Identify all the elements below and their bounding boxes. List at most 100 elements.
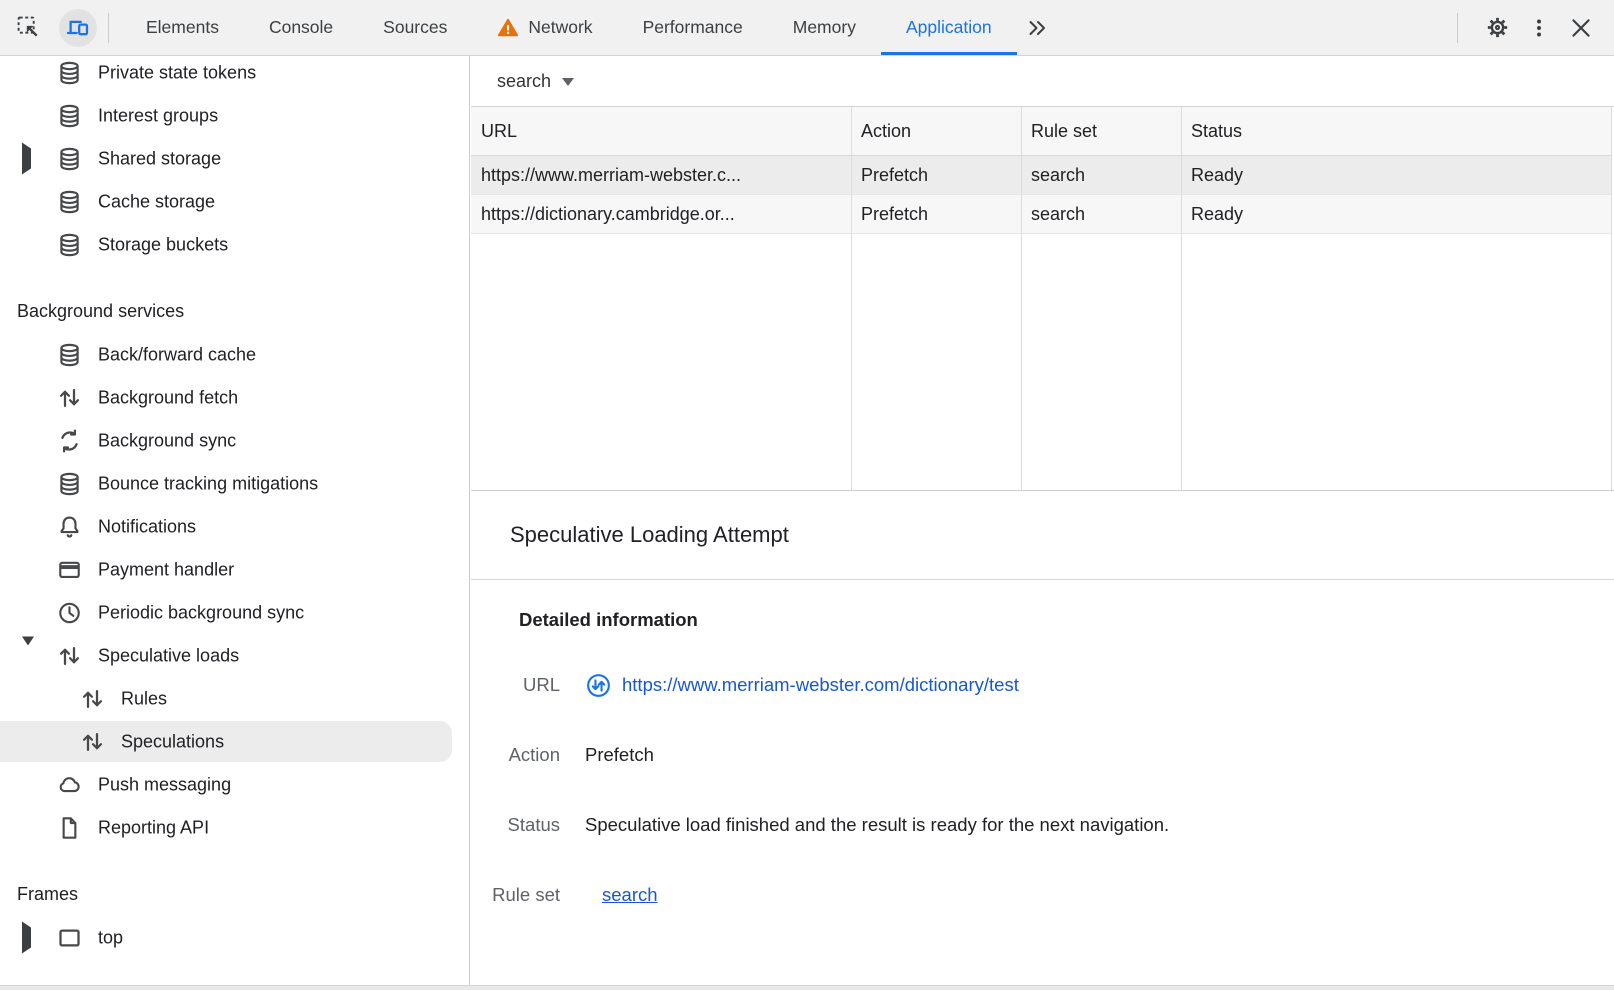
sidebar-item-bounce-tracking-mitigations[interactable]: Bounce tracking mitigations	[0, 462, 469, 505]
database-icon	[56, 341, 83, 368]
sidebar-item-label: top	[98, 927, 123, 948]
tab-elements[interactable]: Elements	[121, 0, 244, 55]
speculations-toolbar: search	[471, 56, 1614, 107]
inspect-icon	[15, 14, 42, 41]
sidebar-item-back-forward-cache[interactable]: Back/forward cache	[0, 333, 469, 376]
sidebar-item-interest-groups[interactable]: Interest groups	[0, 94, 469, 137]
sidebar-item-storage-buckets[interactable]: Storage buckets	[0, 223, 469, 266]
column-header-status[interactable]: Status	[1181, 107, 1611, 155]
column-header-rule-set[interactable]: Rule set	[1021, 107, 1181, 155]
tab-application[interactable]: Application	[881, 0, 1017, 55]
sidebar-item-rules[interactable]: Rules	[0, 677, 469, 720]
sidebar-item-label: Private state tokens	[98, 62, 256, 83]
sidebar-item-background-sync[interactable]: Background sync	[0, 419, 469, 462]
column-header-action[interactable]: Action	[851, 107, 1021, 155]
expand-arrow-icon[interactable]	[22, 148, 31, 169]
column-header-url[interactable]: URL	[471, 107, 851, 155]
detail-label-action: Action	[471, 744, 560, 766]
database-icon	[56, 231, 83, 258]
sidebar-item-label: Speculations	[121, 731, 224, 752]
sidebar-item-reporting-api[interactable]: Reporting API	[0, 806, 469, 849]
sync-icon	[56, 427, 83, 454]
tab-performance[interactable]: Performance	[618, 0, 768, 55]
tab-label: Sources	[383, 17, 447, 38]
detail-row-rule-set: Rule set search	[471, 860, 1614, 930]
chevron-down-icon	[562, 78, 574, 86]
detail-value-action: Prefetch	[585, 744, 654, 766]
database-icon	[56, 59, 83, 86]
sidebar-item-shared-storage[interactable]: Shared storage	[0, 137, 469, 180]
up-down-arrows-icon	[56, 384, 83, 411]
attempt-details: Detailed information URL https://www.mer…	[471, 580, 1614, 930]
settings-button[interactable]	[1480, 11, 1514, 45]
attempt-url-link[interactable]: https://www.merriam-webster.com/dictiona…	[622, 674, 1019, 696]
database-icon	[56, 470, 83, 497]
tab-console[interactable]: Console	[244, 0, 358, 55]
payment-card-icon	[56, 556, 83, 583]
cell-rule-set: search	[1021, 195, 1181, 233]
database-icon	[56, 188, 83, 215]
cell-url: https://www.merriam-webster.c...	[471, 156, 851, 194]
tab-label: Network	[528, 17, 592, 38]
tabbar-right-controls	[1457, 11, 1614, 45]
double-chevron-icon	[1025, 16, 1049, 40]
sidebar-item-background-fetch[interactable]: Background fetch	[0, 376, 469, 419]
up-down-arrows-icon	[79, 728, 106, 755]
sidebar-item-label: Storage buckets	[98, 234, 228, 255]
table-row[interactable]: https://dictionary.cambridge.or... Prefe…	[471, 195, 1611, 234]
warning-triangle-icon	[497, 17, 519, 39]
table-row[interactable]: https://www.merriam-webster.c... Prefetc…	[471, 156, 1611, 195]
tab-sources[interactable]: Sources	[358, 0, 472, 55]
sidebar-item-private-state-tokens[interactable]: Private state tokens	[0, 56, 469, 94]
inspect-element-button[interactable]	[10, 10, 46, 46]
cloud-icon	[56, 771, 83, 798]
toolbar-divider	[1457, 13, 1458, 43]
sidebar-item-speculations[interactable]: Speculations	[0, 720, 469, 763]
sidebar-item-payment-handler[interactable]: Payment handler	[0, 548, 469, 591]
sidebar-item-label: Interest groups	[98, 105, 218, 126]
devtools-window: Elements Console Sources Network	[0, 0, 1614, 990]
sidebar-item-label: Rules	[121, 688, 167, 709]
device-toolbar-icon	[65, 15, 91, 41]
table-header-row: URL Action Rule set Status	[471, 107, 1611, 156]
sidebar-item-label: Push messaging	[98, 774, 231, 795]
attempt-title-bar: Speculative Loading Attempt	[471, 491, 1614, 580]
close-devtools-button[interactable]	[1564, 11, 1598, 45]
sidebar-item-push-messaging[interactable]: Push messaging	[0, 763, 469, 806]
sidebar-item-speculative-loads[interactable]: Speculative loads	[0, 634, 469, 677]
tab-memory[interactable]: Memory	[768, 0, 881, 55]
gear-icon	[1484, 14, 1511, 41]
devtools-tabbar: Elements Console Sources Network	[0, 0, 1614, 56]
cell-action: Prefetch	[851, 195, 1021, 233]
tab-network[interactable]: Network	[472, 0, 617, 55]
detail-label-url: URL	[471, 674, 560, 696]
sidebar-item-periodic-background-sync[interactable]: Periodic background sync	[0, 591, 469, 634]
frame-icon	[56, 924, 83, 951]
detail-value-status: Speculative load finished and the result…	[585, 814, 1169, 836]
document-icon	[56, 814, 83, 841]
sidebar-item-notifications[interactable]: Notifications	[0, 505, 469, 548]
sidebar-item-label: Periodic background sync	[98, 602, 304, 623]
tab-label: Memory	[793, 17, 856, 38]
detail-label-rule-set: Rule set	[471, 884, 560, 906]
panel-tabs: Elements Console Sources Network	[121, 0, 1057, 55]
collapse-arrow-icon[interactable]	[22, 645, 34, 666]
rule-set-filter-dropdown[interactable]: search	[497, 71, 574, 92]
attempt-panel-title: Speculative Loading Attempt	[510, 522, 789, 548]
more-options-button[interactable]	[1522, 11, 1556, 45]
expand-arrow-icon[interactable]	[22, 927, 31, 948]
more-tabs-button[interactable]	[1017, 0, 1057, 55]
section-header-label: Background services	[17, 301, 184, 322]
database-icon	[56, 102, 83, 129]
sidebar-item-label: Payment handler	[98, 559, 234, 580]
sidebar-item-cache-storage[interactable]: Cache storage	[0, 180, 469, 223]
sidebar-item-top-frame[interactable]: top	[0, 916, 469, 959]
tab-label: Performance	[643, 17, 743, 38]
sidebar-item-label: Reporting API	[98, 817, 209, 838]
sidebar-section-frames: Frames	[0, 873, 469, 916]
section-header-label: Frames	[17, 884, 78, 905]
table-right-border	[1611, 107, 1612, 490]
speculations-table: URL Action Rule set Status https://www.m…	[471, 107, 1614, 491]
rule-set-link[interactable]: search	[602, 884, 658, 906]
device-toolbar-toggle[interactable]	[59, 9, 97, 47]
